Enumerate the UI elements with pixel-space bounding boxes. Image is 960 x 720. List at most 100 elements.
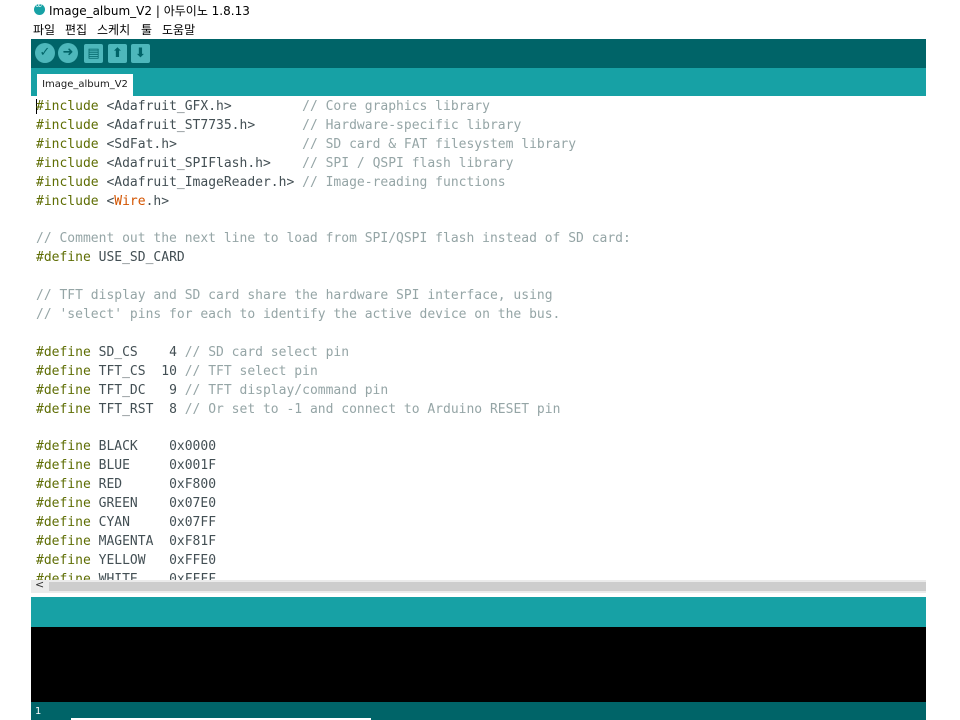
code-line: #define RED 0xF800 — [36, 476, 631, 495]
toolbar: ✓ ➜ ▤ ⬆ ⬇ — [31, 39, 926, 68]
code-line: #define TFT_RST 8 // Or set to -1 and co… — [36, 401, 631, 420]
title-bar: Image_album_V2 | 아두이노 1.8.13 — [31, 0, 926, 20]
code-line: #define BLACK 0x0000 — [36, 438, 631, 457]
code-token: #include — [36, 99, 99, 114]
code-token: TFT_DC 9 — [90, 382, 185, 398]
arrow-up-icon: ⬆ — [112, 46, 123, 61]
menu-edit[interactable]: 편집 — [65, 21, 87, 38]
scrollbar-thumb[interactable] — [49, 582, 926, 591]
code-line: #include <Wire.h> — [36, 193, 631, 212]
code-token: #define — [36, 477, 91, 493]
code-token: YELLOW 0xFFE0 — [90, 552, 217, 568]
code-line: #define TFT_CS 10 // TFT select pin — [36, 363, 631, 382]
code-line: #define USE_SD_CARD — [36, 249, 631, 268]
code-token: Wire — [114, 193, 146, 209]
upload-button[interactable]: ➜ — [58, 43, 78, 63]
code-token: #define — [36, 250, 91, 266]
code-token: // TFT display/command pin — [184, 382, 389, 398]
code-line: #include <SdFat.h> // SD card & FAT file… — [36, 136, 631, 155]
code-token: #include — [36, 136, 99, 152]
code-token: #define — [36, 552, 91, 568]
horizontal-scrollbar[interactable]: < — [31, 578, 926, 593]
code-line: // Comment out the next line to load fro… — [36, 230, 631, 249]
code-token: #include — [36, 193, 99, 209]
code-token: // Comment out the next line to load fro… — [36, 231, 631, 247]
open-button[interactable]: ⬆ — [108, 44, 127, 63]
code-text: #include <Adafruit_GFX.h> // Core graphi… — [36, 98, 631, 580]
code-token: <Adafruit_SPIFlash.h> — [98, 155, 303, 171]
code-editor[interactable]: #include <Adafruit_GFX.h> // Core graphi… — [31, 96, 926, 580]
scroll-left-icon[interactable]: < — [35, 578, 44, 591]
code-token: #define — [36, 401, 91, 417]
code-line: #define SD_CS 4 // SD card select pin — [36, 344, 631, 363]
arrow-down-icon: ⬇ — [135, 46, 146, 61]
verify-button[interactable]: ✓ — [35, 43, 55, 63]
footer-bar: 1 — [31, 702, 926, 720]
code-line: #define WHITE 0xFFFF — [36, 571, 631, 580]
code-token: #define — [36, 382, 91, 398]
code-token: #include — [36, 155, 99, 171]
code-line: // 'select' pins for each to identify th… — [36, 306, 631, 325]
code-token: #define — [36, 344, 91, 360]
menu-help[interactable]: 도움말 — [162, 21, 195, 38]
check-icon: ✓ — [39, 45, 51, 60]
code-line: #define YELLOW 0xFFE0 — [36, 552, 631, 571]
new-button[interactable]: ▤ — [84, 44, 103, 63]
code-token: GREEN 0x07E0 — [90, 496, 217, 512]
code-token: <Adafruit_ST7735.h> — [98, 117, 303, 133]
new-file-icon: ▤ — [87, 46, 100, 61]
code-token: <Adafruit_GFX.h> — [98, 99, 303, 114]
code-token: #define — [36, 571, 91, 580]
code-line: #include <Adafruit_SPIFlash.h> // SPI / … — [36, 155, 631, 174]
console-output[interactable] — [31, 627, 926, 702]
tab-image-album-v2[interactable]: Image_album_V2 — [37, 74, 133, 96]
code-token: #include — [36, 117, 99, 133]
arduino-app-icon — [34, 1, 45, 15]
code-token: #include — [36, 174, 99, 190]
code-token: TFT_RST 8 — [90, 401, 185, 417]
code-line: #include <Adafruit_ImageReader.h> // Ima… — [36, 174, 631, 193]
code-token: // Or set to -1 and connect to Arduino R… — [184, 401, 561, 417]
code-token: #define — [36, 533, 91, 549]
code-token: // 'select' pins for each to identify th… — [36, 306, 561, 322]
code-token: #define — [36, 496, 91, 512]
code-token: #define — [36, 514, 91, 530]
code-token: < — [98, 193, 115, 209]
menu-tools[interactable]: 툴 — [141, 21, 152, 38]
code-token: // SD card & FAT filesystem library — [302, 136, 577, 152]
code-line: #include <Adafruit_ST7735.h> // Hardware… — [36, 117, 631, 136]
menu-file[interactable]: 파일 — [33, 21, 55, 38]
code-token: #define — [36, 363, 91, 379]
code-token: // SD card select pin — [184, 344, 350, 360]
code-token: // TFT display and SD card share the har… — [36, 288, 553, 304]
code-line: #define BLUE 0x001F — [36, 457, 631, 476]
code-token: #define — [36, 439, 91, 455]
code-token: #define — [36, 458, 91, 474]
arrow-right-icon: ➜ — [62, 45, 74, 60]
code-line: #include <Adafruit_GFX.h> // Core graphi… — [36, 98, 631, 117]
code-token: BLACK 0x0000 — [90, 439, 217, 455]
code-token: // TFT select pin — [184, 363, 318, 379]
code-token: // Hardware-specific library — [302, 117, 522, 133]
code-token: <Adafruit_ImageReader.h> — [98, 174, 303, 190]
code-token: TFT_CS 10 — [90, 363, 185, 379]
code-token: WHITE 0xFFFF — [90, 571, 217, 580]
code-token: CYAN 0x07FF — [90, 514, 217, 530]
menu-bar: 파일 편집 스케치 툴 도움말 — [31, 20, 926, 38]
tab-bar: Image_album_V2 — [31, 68, 926, 96]
code-token: MAGENTA 0xF81F — [90, 533, 217, 549]
code-token: BLUE 0x001F — [90, 458, 217, 474]
code-line: #define GREEN 0x07E0 — [36, 495, 631, 514]
code-token: .h> — [145, 193, 170, 209]
window-title: Image_album_V2 | 아두이노 1.8.13 — [49, 4, 250, 18]
code-token: // Core graphics library — [302, 99, 490, 114]
menu-sketch[interactable]: 스케치 — [97, 21, 130, 38]
code-token: SD_CS 4 — [90, 344, 185, 360]
code-line: #define TFT_DC 9 // TFT display/command … — [36, 382, 631, 401]
save-button[interactable]: ⬇ — [131, 44, 150, 63]
code-token: // SPI / QSPI flash library — [302, 155, 514, 171]
